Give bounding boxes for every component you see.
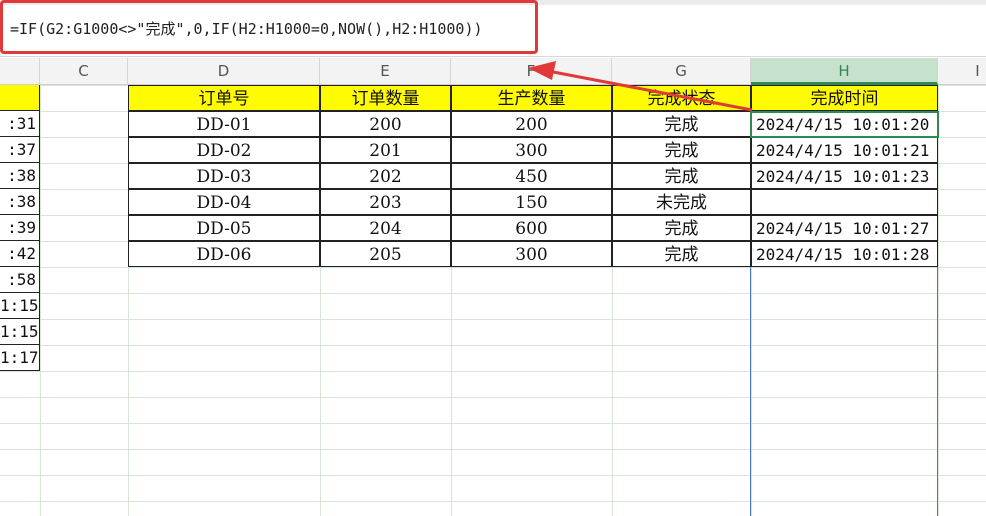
annotation-arrow (528, 61, 753, 112)
